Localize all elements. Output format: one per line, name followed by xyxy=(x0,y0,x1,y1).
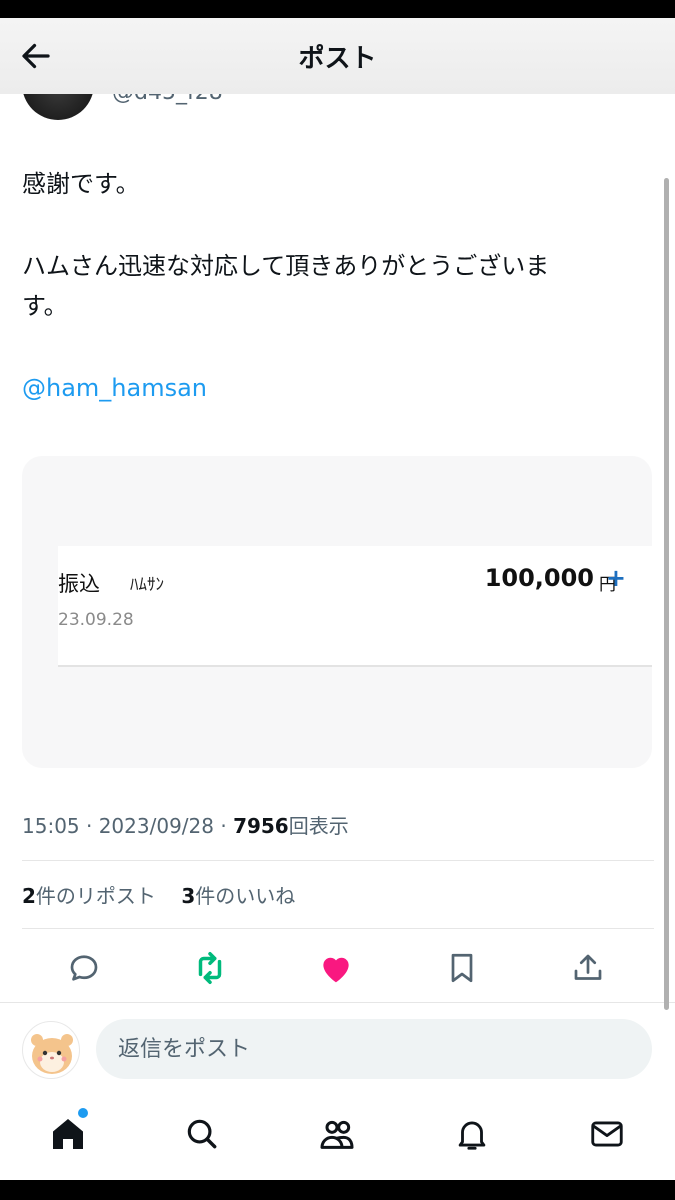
bookmark-icon xyxy=(451,953,473,983)
tweet-line: す。 xyxy=(22,292,68,320)
tweet-text: 感謝です。 ハムさん迅速な対応して頂きありがとうございま す。 @ham_ham… xyxy=(22,164,632,408)
communities-icon xyxy=(320,1120,354,1149)
reply-composer xyxy=(0,1002,675,1080)
view-label: 回表示 xyxy=(288,814,349,838)
avatar[interactable] xyxy=(22,1021,80,1079)
plus-icon: + xyxy=(605,564,626,592)
tab-notifications[interactable] xyxy=(444,1106,500,1162)
transaction-amount: 100,000 xyxy=(484,564,594,592)
transaction-name: ﾊﾑｻﾝ xyxy=(130,575,164,595)
comment-icon xyxy=(70,955,98,981)
top-bar: ポスト xyxy=(0,18,675,94)
tweet-line: 感謝です。 xyxy=(22,170,140,198)
engagement-stats: 2件のリポスト 3件のいいね xyxy=(22,880,295,909)
search-icon xyxy=(187,1119,217,1149)
tab-communities[interactable] xyxy=(309,1106,365,1162)
action-bar xyxy=(22,940,654,996)
post-meta: 15:05 · 2023/09/28 · 7956回表示 xyxy=(22,810,349,839)
share-button[interactable] xyxy=(564,944,612,992)
repost-count-link[interactable]: 2件のリポスト xyxy=(22,884,156,908)
divider xyxy=(58,665,652,667)
transaction-type: 振込 xyxy=(58,572,100,596)
transaction-row: 振込 ﾊﾑｻﾝ 100,000 円 + 23.09.28 xyxy=(58,546,652,666)
reply-input[interactable] xyxy=(96,1019,652,1079)
tweet-line: ハムさん迅速な対応して頂きありがとうございま xyxy=(22,252,550,280)
reply-button[interactable] xyxy=(60,944,108,992)
divider xyxy=(22,928,654,929)
repost-icon xyxy=(198,952,222,984)
share-icon xyxy=(574,954,602,980)
messages-icon xyxy=(591,1121,623,1147)
tab-messages[interactable] xyxy=(579,1106,635,1162)
timestamp[interactable]: 15:05 · 2023/09/28 · xyxy=(22,814,233,838)
bookmark-button[interactable] xyxy=(438,944,486,992)
like-button[interactable] xyxy=(312,944,360,992)
tab-home[interactable] xyxy=(40,1106,96,1162)
notifications-icon xyxy=(458,1121,486,1150)
view-count: 7956 xyxy=(233,814,289,838)
like-count-link[interactable]: 3件のいいね xyxy=(181,884,295,908)
attached-image[interactable]: 振込 ﾊﾑｻﾝ 100,000 円 + 23.09.28 xyxy=(22,456,652,768)
tab-search[interactable] xyxy=(174,1106,230,1162)
home-icon xyxy=(53,1119,83,1149)
scrollbar[interactable] xyxy=(664,178,669,1010)
page-title: ポスト xyxy=(298,44,377,74)
bottom-tab-bar xyxy=(0,1094,675,1180)
notification-dot xyxy=(78,1108,88,1118)
heart-icon xyxy=(323,957,349,983)
divider xyxy=(22,860,654,861)
repost-button[interactable] xyxy=(186,944,234,992)
mention-link[interactable]: @ham_hamsan xyxy=(22,368,632,408)
transaction-date: 23.09.28 xyxy=(58,610,134,630)
post-screen: ポスト @d45_f28 感謝です。 ハムさん迅速な対応して頂きありがとうござい… xyxy=(0,18,675,1180)
